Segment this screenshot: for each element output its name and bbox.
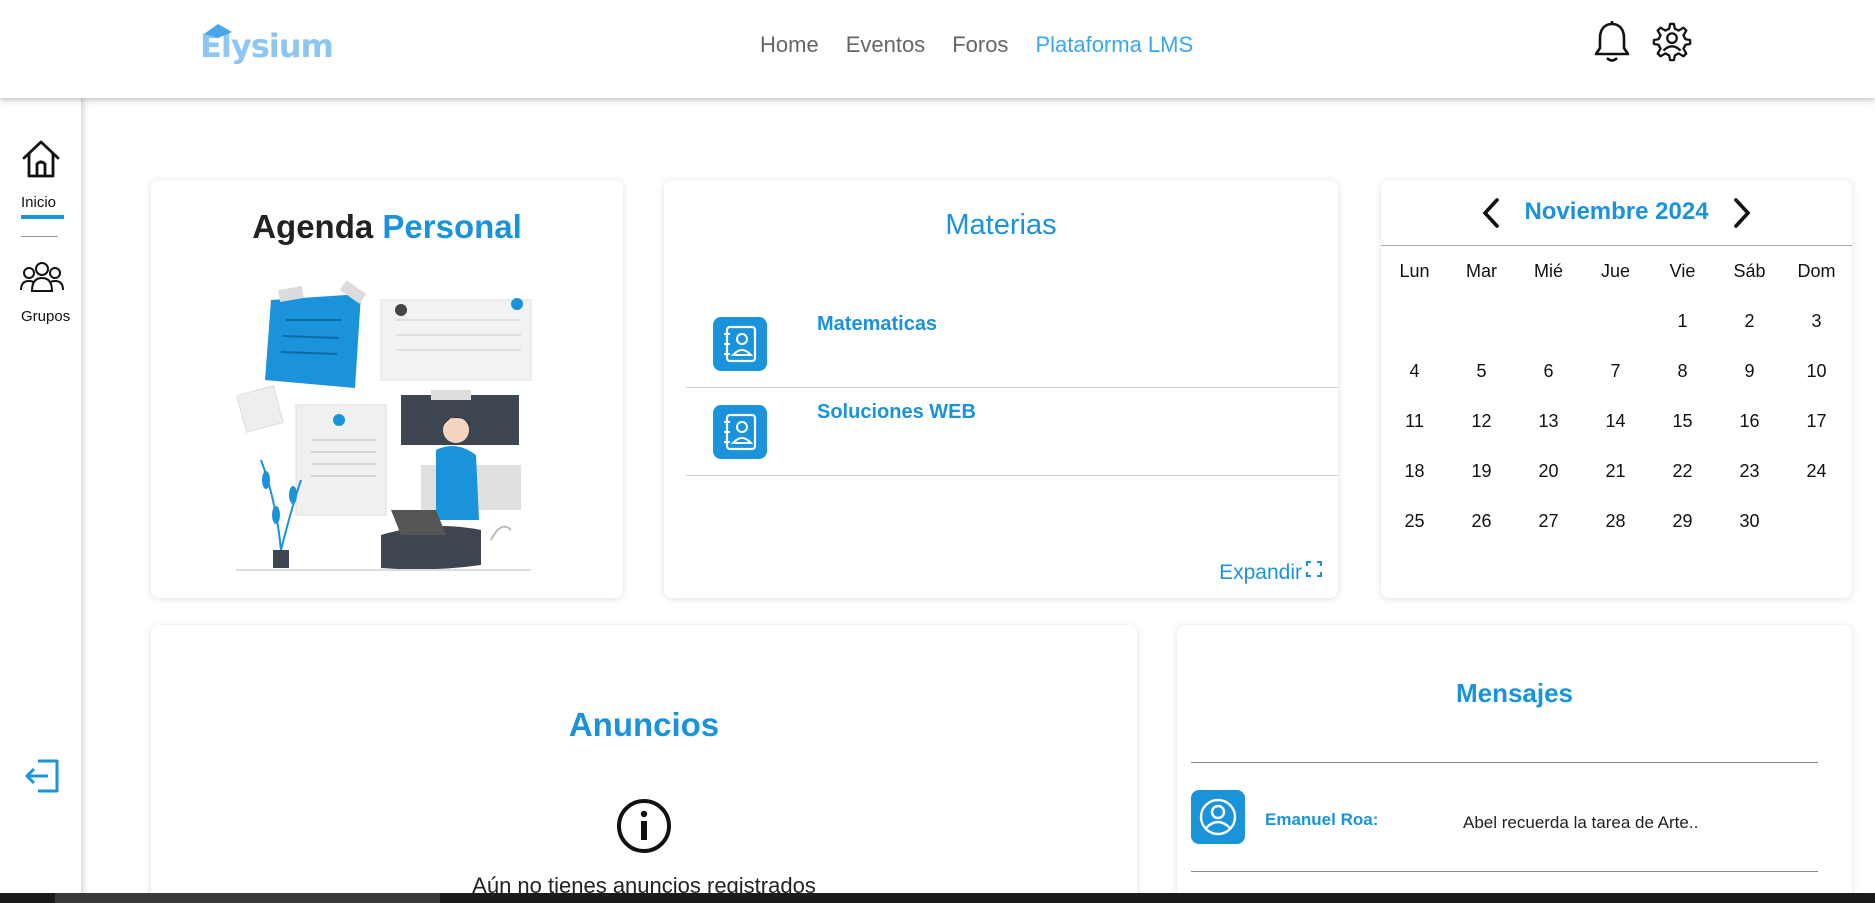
message-sender: Emanuel Roa: [1265,810,1379,829]
user-settings-icon[interactable] [1651,20,1693,64]
calendar-day[interactable]: 3 [1783,311,1850,332]
calendar-weekday: Lun [1399,261,1430,281]
mensajes-card: Mensajes Emanuel Roa: Abel recuerda la t… [1177,625,1852,903]
contact-book-icon [713,405,767,459]
message-item[interactable]: Emanuel Roa: Abel recuerda la tarea de A… [1191,790,1832,844]
list-item[interactable]: Soluciones WEB [686,388,1338,476]
calendar-day[interactable]: 14 [1582,411,1649,432]
agenda-illustration [236,280,532,571]
calendar-weekday: Jue [1600,261,1631,281]
expand-label: Expandir [1219,561,1302,584]
user-avatar-icon [1191,790,1245,844]
calendar-weekday: Mar [1466,261,1497,281]
calendar-day[interactable]: 2 [1716,311,1783,332]
mensajes-title: Mensajes [1455,678,1574,708]
subject-name[interactable]: Soluciones WEB [817,401,976,424]
anuncios-title: Anuncios [568,706,720,743]
sidebar-item-label: Grupos [21,308,71,325]
calendar-day[interactable]: 15 [1649,411,1716,432]
calendar-day[interactable]: 28 [1582,511,1649,532]
agenda-title: Agenda Personal [252,208,522,245]
taskbar-segment [55,893,440,903]
calendar-day[interactable]: 7 [1582,361,1649,382]
calendar-day[interactable]: 16 [1716,411,1783,432]
calendar-day[interactable]: 13 [1515,411,1582,432]
message-divider [1191,762,1818,763]
sidebar-item-label: Inicio [21,194,57,211]
expand-icon [1306,561,1322,577]
chevron-right-icon[interactable] [1731,197,1753,229]
main-nav: Home Eventos Foros Plataforma LMS [760,32,1193,58]
anuncios-card: Anuncios Aún no tienes anuncios registra… [151,625,1137,903]
calendar-day[interactable]: 17 [1783,411,1850,432]
calendar-day[interactable]: 29 [1649,511,1716,532]
calendar-weekday: Sáb [1733,261,1766,281]
calendar-day[interactable]: 9 [1716,361,1783,382]
materias-title: Materias [945,209,1057,241]
calendar-month-label: Noviembre 2024 [1524,198,1709,225]
nav-eventos[interactable]: Eventos [846,32,926,58]
calendar-day[interactable]: 12 [1448,411,1515,432]
os-taskbar [0,893,1875,903]
calendar-card: Noviembre 2024 Lun Mar Mié Jue Vie Sáb Dom 123… [1381,180,1852,598]
sidebar-divider [21,236,58,237]
home-icon [22,140,60,178]
calendar-day[interactable]: 6 [1515,361,1582,382]
calendar-day[interactable]: 11 [1381,411,1448,432]
graduation-cap-icon [204,24,232,38]
top-header: Elysium Home Eventos Foros Plataforma LM… [0,0,1875,98]
calendar-divider [1381,245,1852,246]
calendar-weekday: Dom [1797,261,1836,281]
agenda-card[interactable]: Agenda Personal [151,180,623,598]
calendar-day[interactable]: 22 [1649,461,1716,482]
nav-home[interactable]: Home [760,32,819,58]
calendar-day[interactable]: 4 [1381,361,1448,382]
calendar-day[interactable]: 8 [1649,361,1716,382]
expand-button[interactable]: Expandir [1219,561,1322,585]
left-sidebar: Inicio Grupos [0,98,82,903]
calendar-weekday: Vie [1669,261,1696,281]
materias-card: Materias Matematicas Soluciones WEB Expa… [664,180,1338,598]
calendar-day[interactable]: 5 [1448,361,1515,382]
nav-plataforma-lms[interactable]: Plataforma LMS [1035,32,1193,58]
subject-name[interactable]: Matematicas [817,313,937,336]
elysium-logo[interactable]: Elysium [200,24,334,68]
calendar-day[interactable]: 30 [1716,511,1783,532]
contact-book-icon [713,317,767,371]
calendar-day[interactable]: 1 [1649,311,1716,332]
calendar-day[interactable]: 23 [1716,461,1783,482]
calendar-weekday: Mié [1533,261,1563,281]
calendar-day[interactable]: 21 [1582,461,1649,482]
list-item[interactable]: Matematicas [686,300,1338,388]
calendar-day[interactable]: 18 [1381,461,1448,482]
message-text: Abel recuerda la tarea de Arte.. [1463,813,1699,832]
nav-foros[interactable]: Foros [952,32,1008,58]
active-indicator [21,215,64,219]
sidebar-item-grupos[interactable]: Grupos [0,261,82,331]
group-icon [20,262,64,292]
calendar-day[interactable]: 20 [1515,461,1582,482]
calendar-day[interactable]: 25 [1381,511,1448,532]
sidebar-item-inicio[interactable]: Inicio [0,138,82,219]
message-divider [1191,871,1818,872]
calendar-day[interactable]: 26 [1448,511,1515,532]
bell-icon[interactable] [1591,20,1633,64]
calendar-day[interactable]: 19 [1448,461,1515,482]
calendar-day[interactable]: 10 [1783,361,1850,382]
calendar-day[interactable]: 24 [1783,461,1850,482]
calendar-day[interactable]: 27 [1515,511,1582,532]
info-icon [617,799,671,853]
logout-icon[interactable] [24,758,60,794]
